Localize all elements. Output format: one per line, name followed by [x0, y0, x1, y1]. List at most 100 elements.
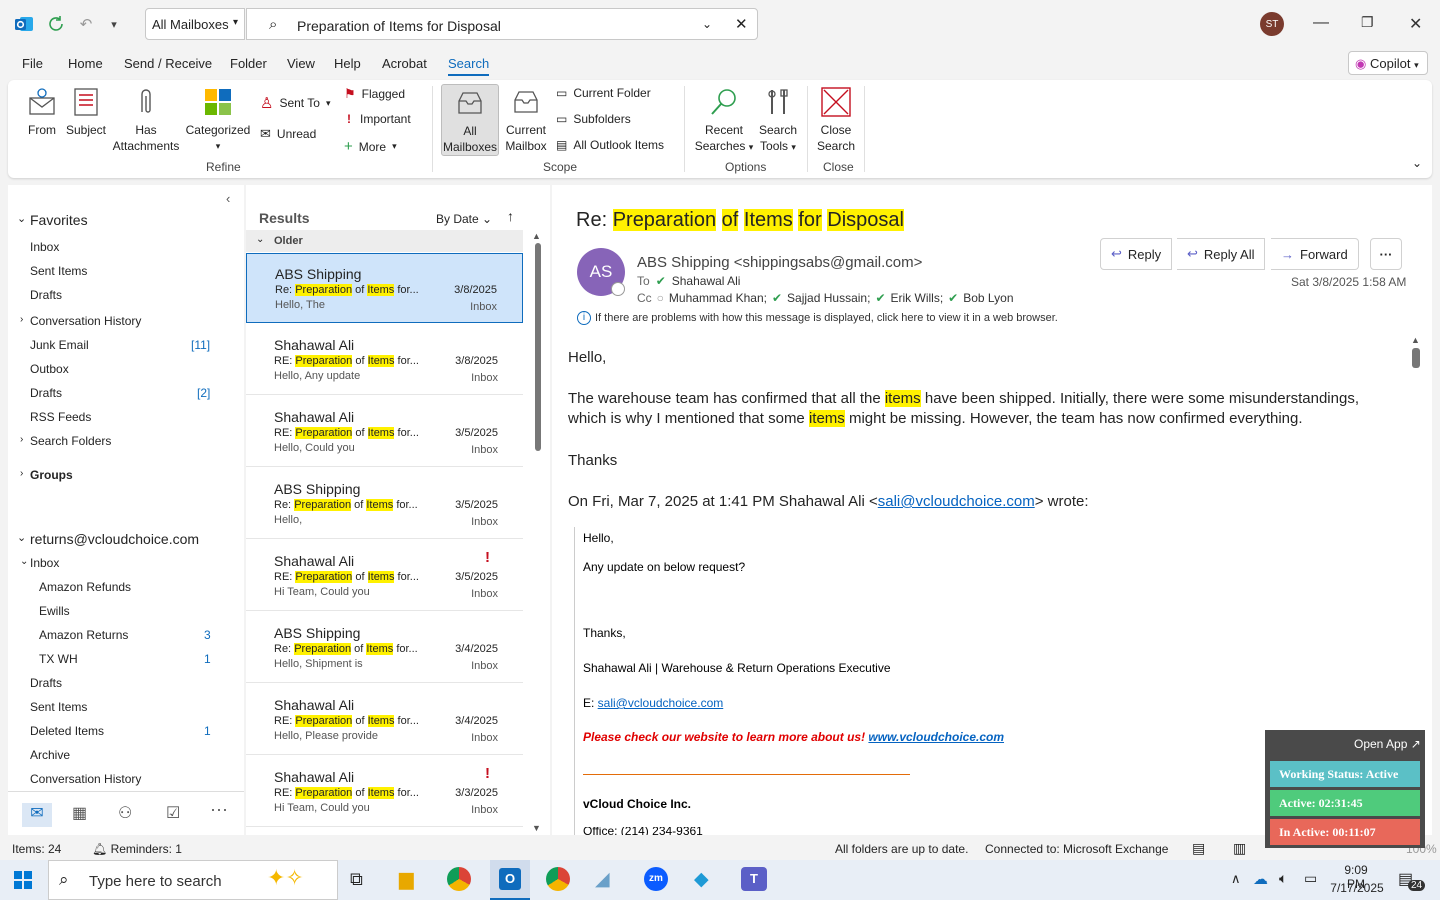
network-icon[interactable]: ▭ [1304, 870, 1317, 887]
has-attachments-button[interactable]: Has Attachments [112, 86, 180, 154]
app-icon[interactable]: ◆ [694, 868, 709, 891]
cc-recipient[interactable]: Erik Wills; [891, 291, 944, 305]
scrollbar-thumb[interactable] [535, 243, 541, 451]
search-input[interactable]: ⌕ Preparation of Items for Disposal ⌄ ✕ [246, 8, 758, 40]
folder-rss-feeds[interactable]: RSS Feeds [30, 410, 91, 424]
website-link[interactable]: www.vcloudchoice.com [868, 730, 1004, 744]
sort-direction-icon[interactable]: ↑ [507, 208, 514, 224]
subfolders-button[interactable]: ▭ Subfolders [556, 112, 631, 126]
message-item[interactable]: Shahawal Ali RE: Preparation of Items for… [246, 397, 523, 467]
all-mailboxes-button[interactable]: All Mailboxes [441, 84, 499, 156]
scroll-up-icon[interactable]: ▲ [532, 231, 541, 241]
app-icon[interactable]: ◢ [595, 868, 610, 891]
tasks-icon[interactable]: ☑ [166, 803, 180, 823]
folder-amazon-refunds[interactable]: Amazon Refunds [39, 580, 131, 594]
quick-access-dropdown-icon[interactable]: ▾ [103, 13, 125, 35]
folder-tx-wh[interactable]: TX WH [39, 652, 78, 666]
chevron-down-icon[interactable]: ⌄ [20, 556, 28, 567]
important-button[interactable]: ! Important [344, 112, 411, 126]
folder-archive[interactable]: Archive [30, 748, 70, 762]
menu-file[interactable]: File [22, 56, 43, 71]
recipient[interactable]: Shahawal Ali [672, 274, 741, 288]
avatar[interactable]: ST [1260, 12, 1284, 36]
favorites-item-inbox[interactable]: Inbox [30, 240, 59, 254]
collapse-pane-icon[interactable]: ‹ [226, 191, 230, 206]
cc-recipient[interactable]: Bob Lyon [963, 291, 1013, 305]
folder-conversation-history-2[interactable]: Conversation History [30, 772, 141, 786]
sender-line[interactable]: ABS Shipping <shippingsabs@gmail.com> [637, 254, 922, 271]
current-folder-button[interactable]: ▭ Current Folder [556, 86, 651, 100]
chevron-down-icon[interactable]: ⌄ [17, 531, 26, 544]
sync-icon[interactable] [45, 13, 67, 35]
more-apps-icon[interactable]: ··· [210, 799, 228, 820]
forward-button[interactable]: → Forward [1271, 238, 1359, 270]
folder-inbox[interactable]: Inbox [30, 556, 59, 570]
folder-junk-email[interactable]: Junk Email [30, 338, 89, 352]
folder-drafts-account[interactable]: Drafts [30, 676, 62, 690]
close-search-button[interactable]: Close Search [814, 86, 858, 154]
menu-view[interactable]: View [287, 56, 315, 71]
from-button[interactable]: From [22, 86, 62, 138]
message-item[interactable]: Shahawal Ali! RE: Preparation of Items fo… [246, 757, 523, 827]
all-outlook-items-button[interactable]: ▤ All Outlook Items [556, 138, 664, 152]
flagged-button[interactable]: ⚑ Flagged [344, 86, 405, 102]
menu-acrobat[interactable]: Acrobat [382, 56, 427, 71]
current-mailbox-button[interactable]: Current Mailbox [502, 86, 550, 154]
message-item[interactable]: Shahawal Ali! RE: Preparation of Items fo… [246, 541, 523, 611]
onedrive-icon[interactable]: ☁ [1253, 870, 1268, 888]
volume-icon[interactable]: 🔈︎ [1279, 870, 1287, 887]
folder-deleted-items[interactable]: Deleted Items [30, 724, 104, 738]
quote-email-link[interactable]: sali@vcloudchoice.com [878, 493, 1035, 510]
menu-home[interactable]: Home [68, 56, 103, 71]
minimize-icon[interactable]: — [1313, 14, 1329, 32]
open-app-button[interactable]: Open App ↗ [1354, 737, 1421, 751]
search-tools-button[interactable]: Search Tools ▾ [756, 86, 800, 155]
chevron-right-icon[interactable]: › [20, 468, 23, 479]
calendar-icon[interactable]: ▦ [72, 803, 87, 823]
collapse-ribbon-icon[interactable]: ⌄ [1412, 156, 1422, 170]
group-header[interactable]: ⌄ Older [246, 230, 523, 252]
favorites-header[interactable]: Favorites [30, 212, 88, 228]
more-button[interactable]: + More ▾ [344, 138, 397, 155]
chevron-down-icon[interactable]: ⌄ [17, 212, 26, 225]
message-item[interactable]: Shahawal Ali RE: Preparation of Items for… [246, 685, 523, 755]
folder-amazon-returns[interactable]: Amazon Returns [39, 628, 128, 642]
menu-search[interactable]: Search [448, 56, 490, 76]
outlook-taskbar-button[interactable]: O [490, 860, 530, 900]
chevron-down-icon[interactable]: ⌄ [702, 17, 712, 31]
clear-search-icon[interactable]: ✕ [735, 15, 748, 33]
chevron-right-icon[interactable]: › [20, 314, 23, 325]
favorites-item-drafts[interactable]: Drafts [30, 288, 62, 302]
cc-recipient[interactable]: Muhammad Khan; [669, 291, 767, 305]
chevron-right-icon[interactable]: › [20, 434, 23, 445]
undo-icon[interactable]: ↶ [75, 13, 97, 35]
unread-button[interactable]: ✉ Unread [260, 126, 316, 142]
people-icon[interactable]: ⚇ [118, 803, 132, 823]
favorites-item-sent[interactable]: Sent Items [30, 264, 87, 278]
message-item[interactable]: ABS Shipping Re: Preparation of Items for… [246, 253, 523, 323]
close-window-icon[interactable]: ✕ [1409, 14, 1422, 34]
folder-ewills[interactable]: Ewills [39, 604, 70, 618]
mail-icon[interactable]: ✉ [22, 803, 52, 827]
windows-start-icon[interactable] [14, 871, 32, 892]
zoom-app-icon[interactable]: zm [644, 867, 668, 891]
message-item[interactable]: ABS Shipping Re: Preparation of Items for… [246, 469, 523, 539]
scrollbar-thumb[interactable] [1412, 348, 1420, 368]
info-bar[interactable]: i If there are problems with how this me… [577, 311, 1058, 325]
file-explorer-icon[interactable]: ▆ [399, 868, 414, 891]
folder-drafts[interactable]: Drafts [30, 386, 62, 400]
more-actions-button[interactable]: ··· [1370, 238, 1402, 270]
clock-date[interactable]: 7/17/2025 [1329, 881, 1385, 895]
message-item[interactable]: ABS Shipping Re: Preparation of Items for… [246, 613, 523, 683]
menu-help[interactable]: Help [334, 56, 361, 71]
reply-all-button[interactable]: ↩ Reply All [1177, 238, 1266, 270]
chrome-icon[interactable] [447, 867, 471, 891]
menu-folder[interactable]: Folder [230, 56, 267, 71]
recent-searches-button[interactable]: Recent Searches ▾ [694, 86, 754, 155]
task-view-icon[interactable]: ⧉ [350, 869, 363, 890]
message-item[interactable]: Shahawal Ali RE: Preparation of Items for… [246, 325, 523, 395]
categorized-button[interactable]: Categorized ▾ [184, 86, 252, 154]
scroll-up-icon[interactable]: ▲ [1411, 335, 1420, 345]
chrome-profile-icon[interactable] [546, 867, 570, 891]
account-header[interactable]: returns@vcloudchoice.com [30, 531, 199, 547]
